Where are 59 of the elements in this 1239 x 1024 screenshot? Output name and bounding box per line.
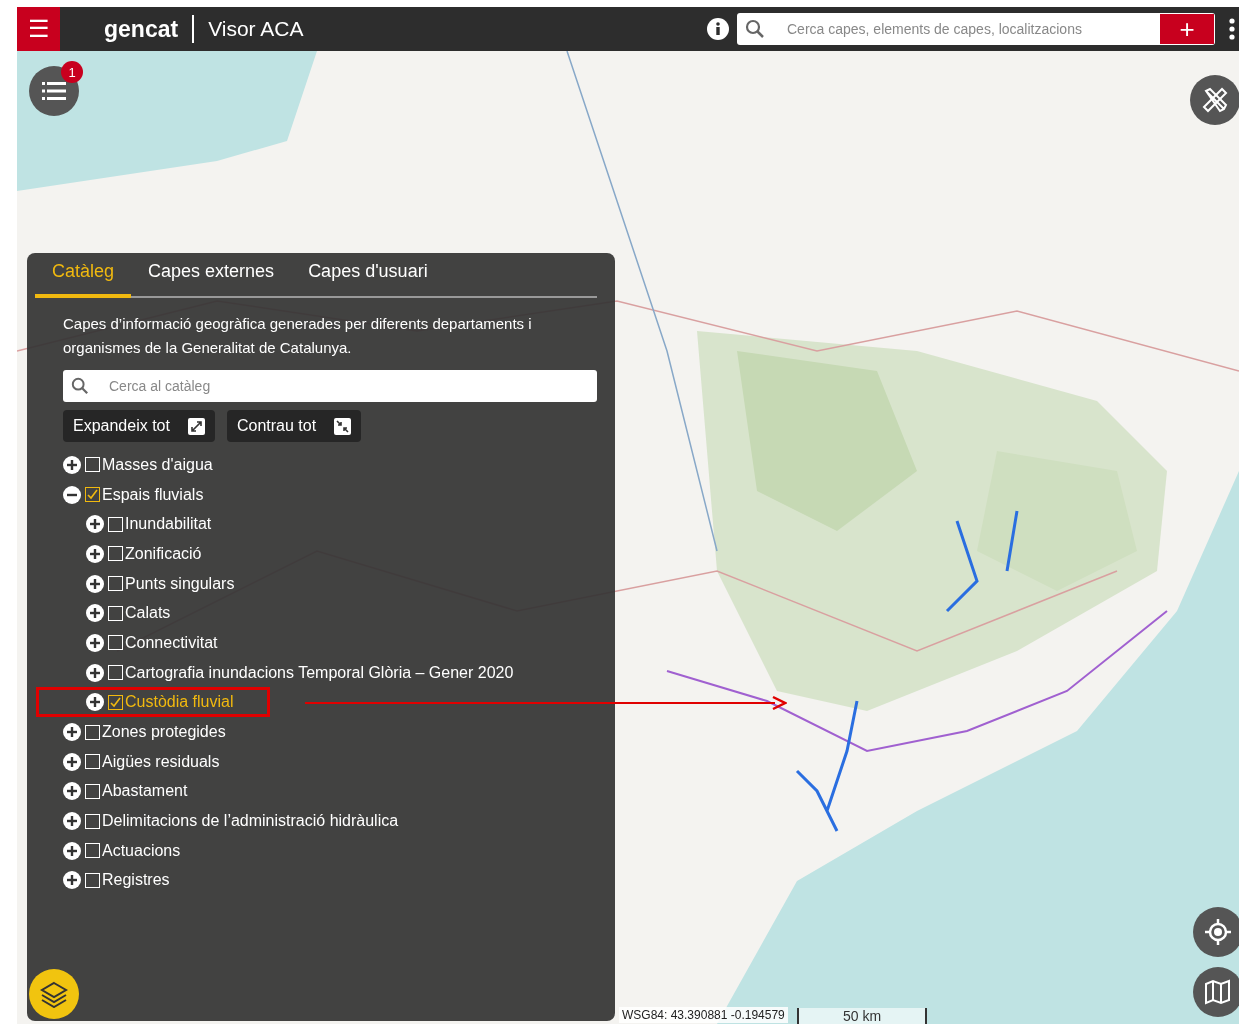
expand-icon[interactable] — [86, 544, 104, 563]
expand-icon — [187, 417, 205, 435]
layer-label[interactable]: Connectivitat — [125, 633, 218, 652]
pencil-ruler-icon — [1200, 85, 1230, 115]
tab[interactable]: Catàleg — [35, 261, 132, 298]
list-icon — [42, 81, 66, 101]
expand-icon[interactable] — [63, 841, 81, 860]
coordinates-readout: WSG84: 43.390881 -0.194579 — [619, 1007, 788, 1023]
layer-label[interactable]: Calats — [125, 604, 171, 623]
expand-icon[interactable] — [63, 752, 81, 771]
expand-icon[interactable] — [63, 812, 81, 831]
collapse-icon[interactable] — [63, 485, 81, 504]
expand-icon[interactable] — [63, 723, 81, 742]
search-bar[interactable]: Cerca capes, elements de capes, localitzacions + — [737, 13, 1215, 45]
layer-label[interactable]: Cartografia inundacions Temporal Glòria – Gener 2020 — [125, 663, 514, 682]
more-icon[interactable] — [1229, 17, 1235, 41]
layer-label[interactable]: Abastament — [102, 782, 188, 801]
add-button[interactable]: + — [1160, 14, 1214, 44]
map-icon — [1204, 978, 1232, 1006]
search-icon — [71, 377, 89, 395]
collapse-icon — [334, 417, 352, 435]
expand-icon[interactable] — [63, 871, 81, 890]
catalog-search-field[interactable]: Cerca al catàleg — [107, 377, 597, 395]
expand-icon[interactable] — [86, 604, 104, 623]
expand-icon[interactable] — [86, 633, 104, 652]
expand-icon[interactable] — [86, 663, 104, 682]
layers-icon — [40, 980, 68, 1008]
collapse-all-button[interactable]: Contrau tot — [226, 410, 362, 442]
layer-label[interactable]: Masses d'aigua — [102, 455, 213, 474]
layer-label[interactable]: Delimitacions de l’administració hidràulica — [102, 812, 399, 831]
layer-label[interactable]: Aigües residuals — [102, 752, 220, 771]
layer-label[interactable]: Zonificació — [125, 544, 202, 563]
layer-label[interactable]: Custòdia fluvial — [125, 693, 234, 712]
expand-icon[interactable] — [86, 693, 104, 712]
app-title: Visor ACA — [208, 17, 304, 41]
layer-label[interactable]: Punts singulars — [125, 574, 235, 593]
search-icon — [745, 19, 765, 39]
info-icon[interactable] — [707, 18, 729, 40]
layer-label[interactable]: Espais fluvials — [102, 485, 204, 504]
layer-label[interactable]: Actuacions — [102, 841, 181, 860]
search-field[interactable]: Cerca capes, elements de capes, localitzacions — [785, 20, 1160, 38]
menu-button[interactable]: ☰ — [17, 7, 60, 51]
checkbox[interactable] — [108, 694, 123, 710]
expand-all-button[interactable]: Expandeix tot — [63, 410, 215, 442]
expand-icon[interactable] — [63, 455, 81, 474]
tab[interactable]: Capes externes — [131, 261, 292, 298]
tab[interactable]: Capes d'usuari — [291, 261, 445, 298]
expand-icon[interactable] — [63, 782, 81, 801]
crosshair-icon — [1204, 918, 1232, 946]
catalog-search-bar[interactable]: Cerca al catàleg — [63, 370, 597, 402]
layer-label[interactable]: Zones protegides — [102, 723, 226, 742]
scale-bar: 50 km — [797, 1008, 927, 1024]
expand-icon[interactable] — [86, 515, 104, 534]
layer-label[interactable]: Inundabilitat — [125, 515, 212, 534]
layer-label[interactable]: Registres — [102, 871, 170, 890]
panel-description: Capes d’informació geogràfica generades per diferents departaments i organismes de la Generalitat de Catalunya. — [63, 314, 533, 358]
expand-icon[interactable] — [86, 574, 104, 593]
brand-logo: gencat — [104, 15, 195, 43]
checkbox[interactable] — [85, 487, 100, 503]
